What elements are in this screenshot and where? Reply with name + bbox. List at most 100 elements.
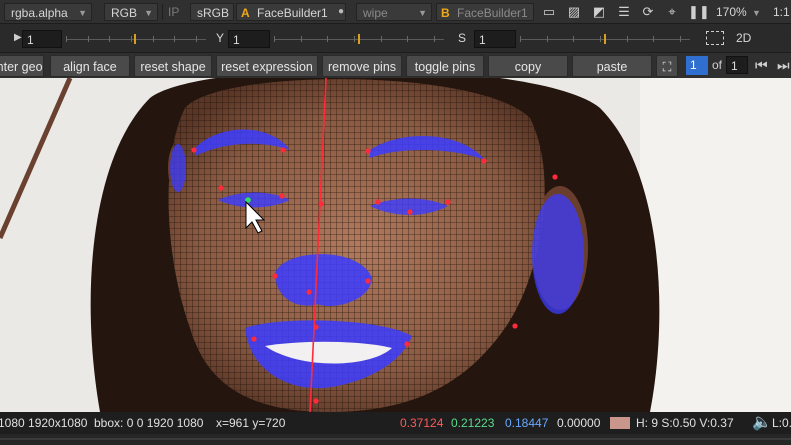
background-right xyxy=(640,78,791,412)
chevron-down-icon: ▼ xyxy=(144,8,153,18)
zoom-value: 170% xyxy=(716,5,747,19)
reset-shape-button[interactable]: reset shape xyxy=(134,55,212,77)
saturation-input[interactable]: 1 xyxy=(474,30,516,48)
speaker-icon[interactable]: 🔈 xyxy=(752,412,772,434)
zoom-dropdown[interactable]: 170% ▼ xyxy=(716,3,761,21)
refresh-icon[interactable]: ⟳ xyxy=(640,4,656,20)
crosshair-icon[interactable]: ⌖ xyxy=(664,4,680,20)
pin[interactable] xyxy=(552,174,558,180)
align-face-button[interactable]: align face xyxy=(50,55,130,77)
pin[interactable] xyxy=(365,148,371,154)
bbox-readout: bbox: 0 0 1920 1080 xyxy=(94,416,204,430)
gain-tick xyxy=(66,36,67,42)
pin[interactable] xyxy=(375,199,381,205)
wipe-dropdown[interactable]: wipe ▼ xyxy=(356,3,432,21)
frame-all-icon[interactable]: ⛶ xyxy=(656,55,678,77)
saturation-tick xyxy=(653,36,654,42)
pin[interactable] xyxy=(272,273,278,279)
color-swatch xyxy=(610,417,630,429)
channels-value: rgba.alpha xyxy=(11,6,68,20)
saturation-slider[interactable]: 00.250.50.7511.52 xyxy=(518,34,690,62)
viewer-canvas[interactable] xyxy=(0,78,791,412)
gamma-tick xyxy=(327,36,328,42)
gamma-input[interactable]: 1 xyxy=(228,30,270,48)
overlay-icon[interactable]: ◩ xyxy=(591,4,607,20)
center-geo-button[interactable]: center geo xyxy=(0,55,44,77)
play-icon[interactable]: ▶ xyxy=(14,32,22,43)
chevron-down-icon: ▼ xyxy=(418,8,427,18)
lut-dropdown[interactable]: sRGB xyxy=(190,3,234,21)
saturation-tick xyxy=(573,36,574,42)
pin[interactable] xyxy=(445,199,451,205)
pin[interactable] xyxy=(404,341,410,347)
clipping-warning-icon[interactable]: ☰ xyxy=(616,4,632,20)
zebra-stripes-icon[interactable]: ▨ xyxy=(566,4,582,20)
gamma-slider[interactable]: 0.20.40.60.811.21.4 xyxy=(272,34,444,62)
bullet-icon: ● xyxy=(338,6,345,17)
pin[interactable] xyxy=(313,324,319,330)
frame-input[interactable]: 1 xyxy=(686,56,708,75)
pin[interactable] xyxy=(191,147,197,153)
pin[interactable] xyxy=(313,398,319,404)
channels-dropdown[interactable]: rgba.alpha ▼ xyxy=(4,3,92,21)
paste-button[interactable]: paste xyxy=(572,55,652,77)
format-readout: 1080 1920x1080 xyxy=(0,416,88,430)
gain-slider[interactable]: 0.03138260.1250.51248 xyxy=(64,34,206,62)
gamma-slider-thumb[interactable] xyxy=(358,34,360,44)
image-viewer[interactable] xyxy=(0,78,791,412)
gamma-tick xyxy=(354,36,355,42)
next-frame-icon[interactable]: ⏭ xyxy=(777,57,790,74)
saturation-slider-thumb[interactable] xyxy=(604,34,606,44)
luminance-readout: L:0.24 xyxy=(772,416,791,430)
toggle-pins-button[interactable]: toggle pins xyxy=(406,55,484,77)
viewer-top-toolbar: rgba.alpha ▼ RGB ▼ IP sRGB A FaceBuilder… xyxy=(0,0,791,24)
roi-icon[interactable]: ▭ xyxy=(541,4,557,20)
colorspace-value: RGB xyxy=(111,6,138,20)
ear-mesh-right xyxy=(532,194,584,314)
pin[interactable] xyxy=(251,336,257,342)
pin[interactable] xyxy=(512,323,518,329)
pin[interactable] xyxy=(280,147,286,153)
ratio-dropdown[interactable]: 1:1 xyxy=(773,3,790,21)
saturation-tick xyxy=(547,36,548,42)
input-a-badge: A xyxy=(241,6,250,20)
copy-button[interactable]: copy xyxy=(488,55,568,77)
pin[interactable] xyxy=(279,193,285,199)
viewer-status-bar: 1080 1920x1080 bbox: 0 0 1920 1080 x=961… xyxy=(0,412,791,434)
pin[interactable] xyxy=(218,185,224,191)
pin[interactable] xyxy=(365,278,371,284)
gamma-label: Y xyxy=(216,31,225,45)
pause-icon[interactable]: ❚❚ xyxy=(688,4,710,20)
saturation-tick xyxy=(680,36,681,42)
pin[interactable] xyxy=(407,209,413,215)
gamma-tick xyxy=(381,36,382,42)
blue-value: 0.18447 xyxy=(505,416,549,430)
colorspace-dropdown[interactable]: RGB ▼ xyxy=(104,3,158,21)
gain-tick xyxy=(88,36,89,42)
remove-pins-button[interactable]: remove pins xyxy=(322,55,402,77)
viewer-controls-bar: ▶ 1 0.03138260.1250.51248 Y 1 0.20.40.60… xyxy=(0,25,791,62)
input-a-dropdown[interactable]: A FaceBuilder1 xyxy=(236,3,346,21)
pin[interactable] xyxy=(481,158,487,164)
view-mode-toggle[interactable]: 2D xyxy=(736,31,751,45)
input-b-dropdown[interactable]: B FaceBuilder1 xyxy=(436,3,534,21)
ip-toggle[interactable]: IP xyxy=(168,3,179,21)
gamma-tick xyxy=(301,36,302,42)
gain-tick xyxy=(174,36,175,42)
gain-tick xyxy=(131,36,132,42)
pin[interactable] xyxy=(318,201,324,207)
gain-input[interactable]: 1 xyxy=(22,30,62,48)
saturation-tick xyxy=(600,36,601,42)
reset-expression-button[interactable]: reset expression xyxy=(216,55,318,77)
region-select-icon[interactable] xyxy=(706,31,724,45)
gain-tick xyxy=(109,36,110,42)
chevron-down-icon: ▼ xyxy=(78,8,87,18)
gamma-tick xyxy=(274,36,275,42)
wipe-value: wipe xyxy=(363,6,388,20)
previous-frame-icon[interactable]: ⏮ xyxy=(755,57,768,74)
pin[interactable] xyxy=(306,289,312,295)
gain-slider-thumb[interactable] xyxy=(134,34,136,44)
timeline-track xyxy=(0,438,791,440)
lut-value: sRGB xyxy=(197,6,230,20)
gamma-tick xyxy=(434,36,435,42)
